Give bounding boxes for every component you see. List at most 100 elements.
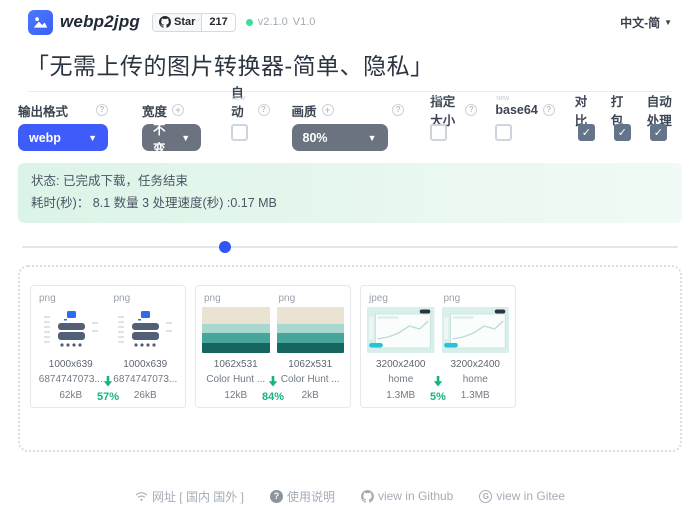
image-name: 6874747073...	[112, 372, 180, 388]
app-title: webp2jpg	[60, 12, 140, 32]
auto-process-control: 自动处理	[647, 102, 682, 141]
question-circle-icon: ?	[270, 490, 283, 503]
usage-link-label: 使用说明	[287, 488, 335, 505]
image-dimensions: 3200x2400	[367, 357, 435, 373]
new-badge: new	[232, 95, 245, 102]
gitee-link-label: view in Gitee	[496, 489, 565, 503]
reduction-percent: 57%	[97, 391, 119, 403]
drop-zone[interactable]: png	[18, 265, 682, 452]
auto-width-checkbox[interactable]	[231, 124, 248, 141]
slider-thumb[interactable]	[219, 241, 231, 253]
image-size: 26kB	[112, 388, 180, 404]
plus-circle-icon[interactable]	[322, 104, 334, 116]
image-size: 62kB	[37, 388, 105, 404]
auto-width-control: new 自动宽	[231, 102, 269, 141]
result-thumbnail[interactable]	[277, 307, 345, 353]
diagram-thumbnail-art	[40, 309, 102, 351]
source-thumbnail[interactable]	[367, 307, 435, 353]
usage-link[interactable]: ? 使用说明	[270, 488, 335, 505]
help-icon[interactable]	[96, 104, 108, 116]
app-logo-icon	[28, 10, 53, 35]
image-size: 12kB	[202, 388, 270, 404]
image-icon	[32, 14, 49, 31]
image-size: 1.3MB	[367, 388, 435, 404]
quality-control: 画质 80% ▼	[292, 102, 405, 151]
image-dimensions: 1000x639	[37, 357, 105, 373]
result-thumbnail[interactable]	[442, 307, 510, 353]
plus-circle-icon[interactable]	[172, 104, 184, 116]
star-label: Star	[174, 16, 195, 28]
width-label: 宽度	[142, 101, 167, 120]
quality-select[interactable]: 80% ▼	[292, 124, 388, 151]
output-format-value: webp	[29, 131, 61, 145]
palette-thumbnail-art	[277, 307, 345, 353]
language-selector[interactable]: 中文-简 ▼	[620, 14, 672, 31]
page-title: 「无需上传的图片转换器-简单、隐私」	[0, 44, 700, 91]
controls-bar: 输出格式 webp ▼ 宽度 不变 ▼ new 自动宽	[0, 92, 700, 153]
source-thumbnail[interactable]	[202, 307, 270, 353]
status-line1: 状态: 已完成下载，任务结束	[31, 171, 669, 193]
target-size-control: new 指定大小	[430, 102, 477, 141]
source-thumbnail[interactable]	[37, 307, 105, 353]
size-reduction: 57%	[97, 374, 119, 404]
format-label: png	[202, 293, 270, 304]
width-select[interactable]: 不变 ▼	[142, 124, 201, 151]
image-name: 6874747073...	[37, 372, 105, 388]
webp2jpg-app: webp2jpg Star 217 v2.1.0 V1.0 中文-简 ▼ 「无需…	[0, 0, 700, 506]
quality-value: 80%	[303, 131, 328, 145]
pack-checkbox[interactable]	[614, 124, 631, 141]
star-count: 217	[202, 14, 234, 31]
language-label: 中文-简	[620, 14, 660, 31]
github-star-badge[interactable]: Star 217	[152, 13, 236, 32]
compare-checkbox[interactable]	[578, 124, 595, 141]
output-format-select[interactable]: webp ▼	[18, 124, 108, 151]
github-link[interactable]: view in Github	[361, 489, 453, 503]
output-format-label: 输出格式	[18, 101, 68, 120]
base64-label: base64	[495, 103, 537, 117]
progress-slider[interactable]	[22, 241, 678, 253]
reduction-percent: 5%	[430, 391, 446, 403]
site-link[interactable]: 网址 [ 国内 国外 ]	[135, 488, 244, 505]
base64-checkbox[interactable]	[495, 124, 512, 141]
image-dimensions: 3200x2400	[442, 357, 510, 373]
help-icon[interactable]	[258, 104, 270, 116]
result-card: png 1062x531 Color Hunt ... 12kB png	[195, 285, 351, 409]
image-dimensions: 1062x531	[277, 357, 345, 373]
gitee-icon: G	[479, 490, 492, 503]
chevron-down-icon: ▼	[88, 133, 97, 143]
ui-version: V1.0	[293, 16, 316, 28]
dashboard-thumbnail-art	[367, 307, 435, 353]
format-label: png	[277, 293, 345, 304]
help-icon[interactable]	[465, 104, 477, 116]
width-value: 不变	[153, 119, 169, 157]
site-link-label: 网址 [ 国内 国外 ]	[152, 488, 244, 505]
diagram-thumbnail-art	[114, 309, 176, 351]
chevron-down-icon: ▼	[181, 133, 190, 143]
chevron-down-icon: ▼	[664, 18, 672, 27]
width-control: 宽度 不变 ▼	[142, 102, 201, 151]
auto-process-checkbox[interactable]	[650, 124, 667, 141]
help-icon[interactable]	[543, 104, 555, 116]
help-icon[interactable]	[392, 104, 404, 116]
result-card: png	[30, 285, 186, 409]
size-reduction: 5%	[430, 374, 446, 404]
result-thumbnail[interactable]	[112, 307, 180, 353]
github-star-left[interactable]: Star	[153, 14, 202, 31]
new-badge: new	[496, 95, 509, 102]
github-link-label: view in Github	[378, 489, 453, 503]
chevron-down-icon: ▼	[368, 133, 377, 143]
new-badge: new	[431, 95, 444, 102]
wifi-icon	[135, 491, 148, 502]
palette-thumbnail-art	[202, 307, 270, 353]
target-size-checkbox[interactable]	[430, 124, 447, 141]
image-size: 2kB	[277, 388, 345, 404]
gitee-link[interactable]: G view in Gitee	[479, 489, 565, 503]
format-label: png	[442, 293, 510, 304]
format-label: png	[112, 293, 180, 304]
image-name: Color Hunt ...	[277, 372, 345, 388]
pack-control: 打包	[611, 102, 631, 141]
footer: 网址 [ 国内 国外 ] ? 使用说明 view in Github G vie…	[0, 488, 700, 506]
base64-control: new base64	[495, 102, 554, 141]
size-reduction: 84%	[262, 374, 284, 404]
slider-track[interactable]	[22, 246, 678, 248]
